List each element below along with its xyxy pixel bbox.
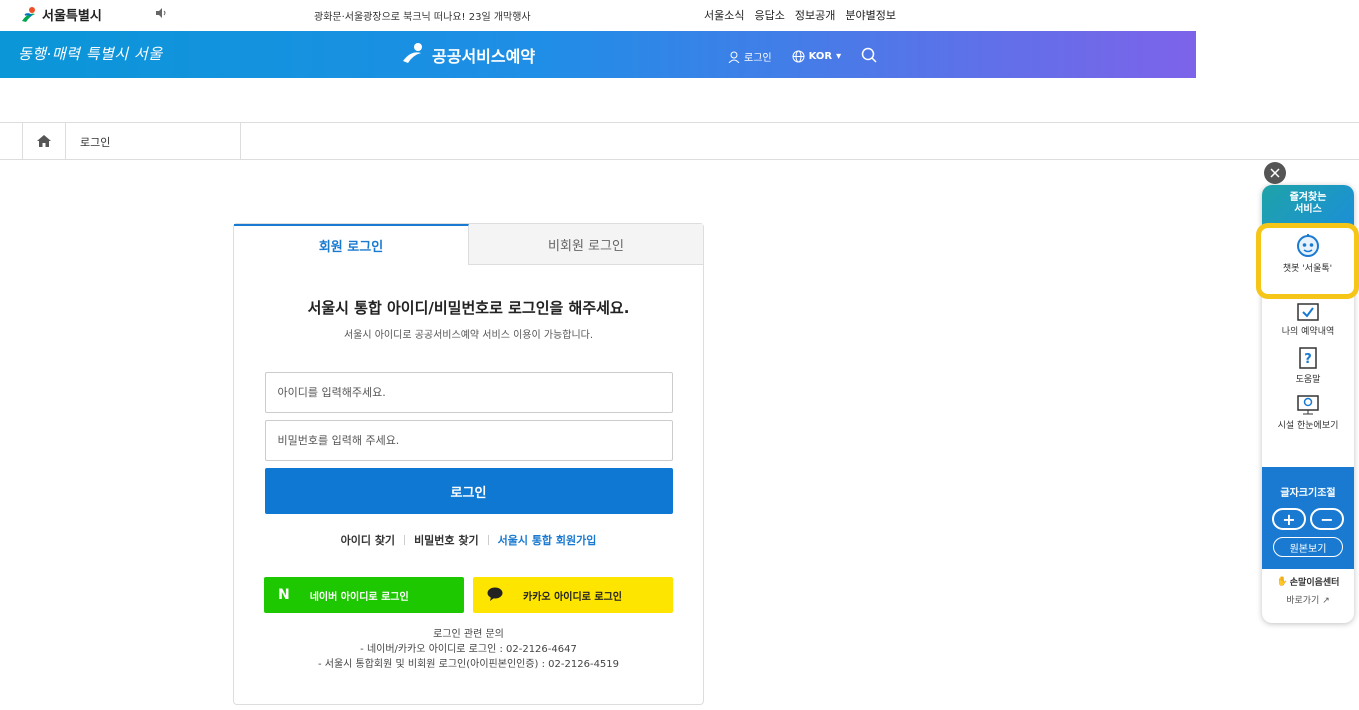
quick-item-help[interactable]: ? 도움말 <box>1262 347 1354 385</box>
speaker-icon[interactable] <box>156 8 168 21</box>
seoul-logo-icon <box>20 6 38 24</box>
language-label: KOR <box>808 51 833 62</box>
link-divider <box>404 535 406 545</box>
chatbot-highlight[interactable]: 챗봇 '서울톡' <box>1256 223 1359 299</box>
header-login-link[interactable]: 로그인 <box>728 49 772 64</box>
quick-label-chatbot: 챗봇 '서울톡' <box>1282 264 1333 274</box>
home-icon[interactable] <box>22 123 66 159</box>
login-subline: 서울시 아이디로 공공서비스예약 서비스 이용이 가능합니다. <box>343 330 594 341</box>
quick-title-line2: 서비스 <box>1294 204 1322 215</box>
breadcrumb: 로그인 <box>0 122 1359 160</box>
robot-icon <box>1261 234 1354 258</box>
map-pin-monitor-icon <box>1262 395 1354 415</box>
close-icon[interactable] <box>1264 162 1286 184</box>
join-link[interactable]: 서울시 통합 회원가입 <box>498 532 597 548</box>
font-reset-button[interactable]: 원본보기 <box>1273 537 1343 557</box>
link-divider <box>487 535 489 545</box>
user-icon <box>728 51 740 63</box>
find-password-link[interactable]: 비밀번호 찾기 <box>414 532 479 548</box>
hand-icon: ✋ <box>1276 576 1288 587</box>
shortcut-label: 바로가기 <box>1286 596 1320 606</box>
social-login: N 네이버 아이디로 로그인 카카오 아이디로 로그인 <box>234 577 703 613</box>
password-input[interactable] <box>264 420 673 461</box>
inquiry-title: 로그인 관련 문의 <box>433 629 504 640</box>
seoul-logo-text: 서울특별시 <box>42 9 102 24</box>
calendar-check-icon <box>1262 303 1354 321</box>
id-input[interactable] <box>264 372 673 413</box>
search-icon[interactable] <box>861 47 877 66</box>
font-increase-button[interactable]: + <box>1272 508 1306 530</box>
account-links: 아이디 찾기 비밀번호 찾기 서울시 통합 회원가입 <box>234 532 703 548</box>
kakao-login-button[interactable]: 카카오 아이디로 로그인 <box>473 577 673 613</box>
external-link-icon: ↗ <box>1322 596 1330 606</box>
quick-item-chatbot[interactable]: 챗봇 '서울톡' <box>1261 234 1354 274</box>
help-icon: ? <box>1262 347 1354 369</box>
sign-center-label: 손말이음센터 <box>1289 578 1340 588</box>
seoul-slogan[interactable]: 동행·매력 특별시 서울 <box>18 43 163 64</box>
kakao-login-label: 카카오 아이디로 로그인 <box>523 591 622 603</box>
header-login-label: 로그인 <box>744 53 772 64</box>
naver-login-label: 네이버 아이디로 로그인 <box>309 591 409 603</box>
globe-icon <box>792 50 805 63</box>
font-size-title: 글자크기조절 <box>1280 488 1336 499</box>
naver-icon: N <box>278 587 290 603</box>
breadcrumb-current: 로그인 <box>80 136 111 149</box>
top-link-news[interactable]: 서울소식 <box>704 7 744 23</box>
naver-login-button[interactable]: N 네이버 아이디로 로그인 <box>264 577 464 613</box>
login-tabs: 회원 로그인 비회원 로그인 <box>234 224 703 265</box>
font-size-control: 글자크기조절 + − 원본보기 <box>1262 467 1354 569</box>
brand-logo-icon <box>400 42 426 68</box>
inquiry-line-social: - 네이버/카카오 아이디로 로그인 : 02-2126-4647 <box>360 644 577 655</box>
quick-title-line1: 즐겨찾는 <box>1289 192 1327 203</box>
top-links: 서울소식 응답소 정보공개 분야별정보 <box>704 7 896 23</box>
tab-member-login[interactable]: 회원 로그인 <box>234 224 469 265</box>
seoul-logo[interactable]: 서울특별시 <box>20 5 102 24</box>
svg-text:?: ? <box>1304 352 1312 367</box>
quick-label-my-reservation: 나의 예약내역 <box>1281 327 1335 337</box>
font-decrease-button[interactable]: − <box>1310 508 1344 530</box>
brand-title: 공공서비스예약 <box>432 47 536 66</box>
kakao-chat-icon <box>487 587 503 604</box>
sign-language-center[interactable]: ✋ 손말이음센터 바로가기 ↗ <box>1262 575 1354 607</box>
quick-item-facility[interactable]: 시설 한눈에보기 <box>1262 395 1354 431</box>
quick-item-my-reservation[interactable]: 나의 예약내역 <box>1262 303 1354 337</box>
news-ticker[interactable]: 광화문·서울광장으로 북크닉 떠나요! 23일 개막행사 <box>314 8 531 23</box>
quick-label-help: 도움말 <box>1295 375 1321 385</box>
login-card: 회원 로그인 비회원 로그인 서울시 통합 아이디/비밀번호로 로그인을 해주세… <box>233 223 704 705</box>
login-button[interactable]: 로그인 <box>264 468 673 514</box>
header-actions: 로그인 KOR ▾ <box>728 47 877 66</box>
tab-guest-login[interactable]: 비회원 로그인 <box>469 224 703 265</box>
top-link-field[interactable]: 분야별정보 <box>845 7 896 23</box>
inquiry-line-member: - 서울시 통합회원 및 비회원 로그인(아이핀본인인증) : 02-2126-… <box>317 659 620 670</box>
find-id-link[interactable]: 아이디 찾기 <box>341 532 395 548</box>
top-utility-bar: 서울특별시 광화문·서울광장으로 북크닉 떠나요! 23일 개막행사 서울소식 … <box>0 0 1359 31</box>
top-link-info[interactable]: 정보공개 <box>795 7 835 23</box>
quick-label-facility: 시설 한눈에보기 <box>1277 421 1339 431</box>
font-size-buttons: + − <box>1262 508 1354 530</box>
main-header: 동행·매력 특별시 서울 공공서비스예약 로그인 KOR ▾ <box>0 31 1196 78</box>
login-inquiry: 로그인 관련 문의 - 네이버/카카오 아이디로 로그인 : 02-2126-4… <box>234 627 703 672</box>
service-brand[interactable]: 공공서비스예약 <box>400 42 535 68</box>
top-link-response[interactable]: 응답소 <box>754 7 784 23</box>
breadcrumb-divider <box>240 123 241 159</box>
language-select[interactable]: KOR ▾ <box>792 50 842 63</box>
chevron-down-icon: ▾ <box>836 51 842 62</box>
login-headline: 서울시 통합 아이디/비밀번호로 로그인을 해주세요. <box>307 299 630 317</box>
